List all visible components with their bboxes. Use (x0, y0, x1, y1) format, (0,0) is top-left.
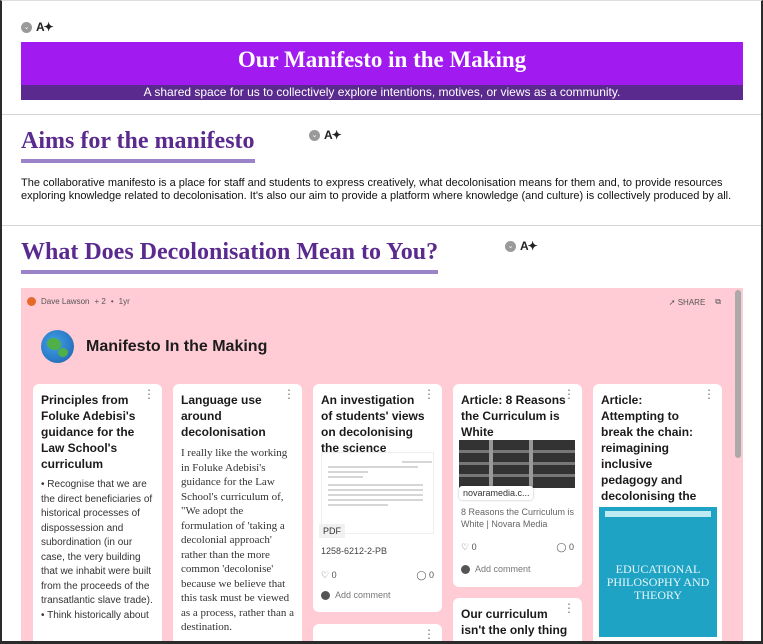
book-cover-image[interactable]: EDUCATIONAL PHILOSOPHY AND THEORY (599, 507, 717, 637)
add-comment-button[interactable]: Add comment (461, 564, 531, 574)
dot-separator-icon: • (110, 297, 114, 306)
collapse-icon[interactable]: ⌄ (21, 21, 32, 33)
scrollbar[interactable] (735, 290, 741, 458)
divider (2, 225, 761, 226)
section-controls-decolonisation: ⌄ A✦ (505, 239, 538, 253)
collapse-icon[interactable]: ⌄ (505, 240, 516, 252)
board-author-row: Dave Lawson + 2 • 1yr (27, 297, 130, 306)
post-body-more: • Think historically about (41, 609, 149, 621)
more-options-icon[interactable]: ⋮ (283, 388, 295, 400)
banner-subtitle: A shared space for us to collectively ex… (21, 85, 743, 100)
like-count: 0 (471, 542, 477, 552)
post-title: Article: 8 Reasons the Curriculum is Whi… (461, 393, 566, 439)
board-author[interactable]: Dave Lawson (41, 297, 89, 306)
comment-count: 0 (568, 542, 574, 552)
aims-heading: Aims for the manifesto (21, 128, 255, 163)
comment-button[interactable]: ◯ 0 (556, 542, 574, 553)
link-host[interactable]: novaramedia.c... (459, 486, 533, 500)
text-format-icon[interactable]: A✦ (520, 239, 538, 253)
post-title: Language use around decolonisation (181, 393, 266, 439)
user-icon (321, 590, 330, 600)
collapse-icon[interactable]: ⌄ (309, 129, 320, 141)
comment-button[interactable]: ◯ 0 (416, 570, 434, 581)
section-controls-aims: ⌄ A✦ (309, 128, 342, 142)
share-area: ➚ SHARE ⧉ (669, 297, 721, 307)
add-comment-label: Add comment (335, 590, 391, 600)
globe-icon (41, 330, 74, 363)
text-format-icon[interactable]: A✦ (324, 128, 342, 142)
post-title: Principles from Foluke Adebisi's guidanc… (41, 393, 136, 471)
post-card[interactable]: ⋮ An investigation of students' views on… (313, 384, 442, 612)
more-options-icon[interactable]: ⋮ (143, 388, 155, 400)
comment-count: 0 (428, 570, 434, 580)
post-card[interactable]: ⋮ Principles from Foluke Adebisi's guida… (33, 384, 162, 644)
more-options-icon[interactable]: ⋮ (563, 388, 575, 400)
like-button[interactable]: ♡ 0 (321, 570, 337, 581)
open-external-icon[interactable]: ⧉ (715, 297, 721, 307)
pdf-badge: PDF (319, 524, 345, 538)
share-button[interactable]: ➚ SHARE (669, 298, 706, 307)
padlet-board[interactable]: Dave Lawson + 2 • 1yr ➚ SHARE ⧉ Manifest… (21, 288, 743, 644)
reaction-row: ♡ 0 ◯ 0 (461, 542, 574, 553)
add-comment-label: Add comment (475, 564, 531, 574)
post-card[interactable]: ⋮ Language use around decolonisation I r… (173, 384, 302, 644)
divider (2, 114, 761, 115)
document-id: 1258-6212-2-PB (321, 546, 388, 556)
board-title: Manifesto In the Making (86, 337, 268, 355)
board-age: 1yr (118, 297, 130, 306)
post-body: • Recognise that we are the direct benef… (41, 479, 153, 606)
board-contributors: + 2 (94, 297, 106, 306)
avatar[interactable] (27, 297, 36, 306)
more-options-icon[interactable]: ⋮ (423, 388, 435, 400)
share-label: SHARE (677, 297, 706, 307)
like-button[interactable]: ♡ 0 (461, 542, 477, 553)
section-controls-top: ⌄ A✦ (21, 20, 54, 34)
banner-title: Our Manifesto in the Making (237, 47, 527, 72)
more-options-icon[interactable]: ⋮ (563, 602, 575, 614)
banner: Our Manifesto in the Making A shared spa… (21, 42, 743, 100)
reaction-row: ♡ 0 ◯ 0 (321, 570, 434, 581)
post-card[interactable]: ⋮ Our curriculum isn't the only thing (453, 598, 582, 644)
decolonisation-heading: What Does Decolonisation Mean to You? (21, 239, 439, 274)
post-card[interactable]: ⋮ Article: Attempting to break the chain… (593, 384, 722, 644)
article-thumbnail[interactable] (459, 440, 575, 488)
more-options-icon[interactable]: ⋮ (703, 388, 715, 400)
add-comment-button[interactable]: Add comment (321, 590, 391, 600)
post-card[interactable]: ⋮ Article: 8 Reasons the Curriculum is W… (453, 384, 582, 587)
post-body: I really like the working in Foluke Adeb… (181, 447, 295, 633)
link-description: 8 Reasons the Curriculum is White | Nova… (461, 507, 575, 529)
aims-paragraph: The collaborative manifesto is a place f… (21, 177, 732, 202)
more-options-icon[interactable]: ⋮ (423, 628, 435, 640)
document-thumbnail[interactable] (321, 452, 434, 534)
user-icon (461, 564, 470, 574)
board-header: Manifesto In the Making (41, 330, 267, 363)
text-format-icon[interactable]: A✦ (36, 20, 54, 34)
post-title: Our curriculum isn't the only thing (461, 607, 568, 637)
like-count: 0 (331, 570, 337, 580)
book-cover-text: EDUCATIONAL PHILOSOPHY AND THEORY (606, 562, 710, 602)
